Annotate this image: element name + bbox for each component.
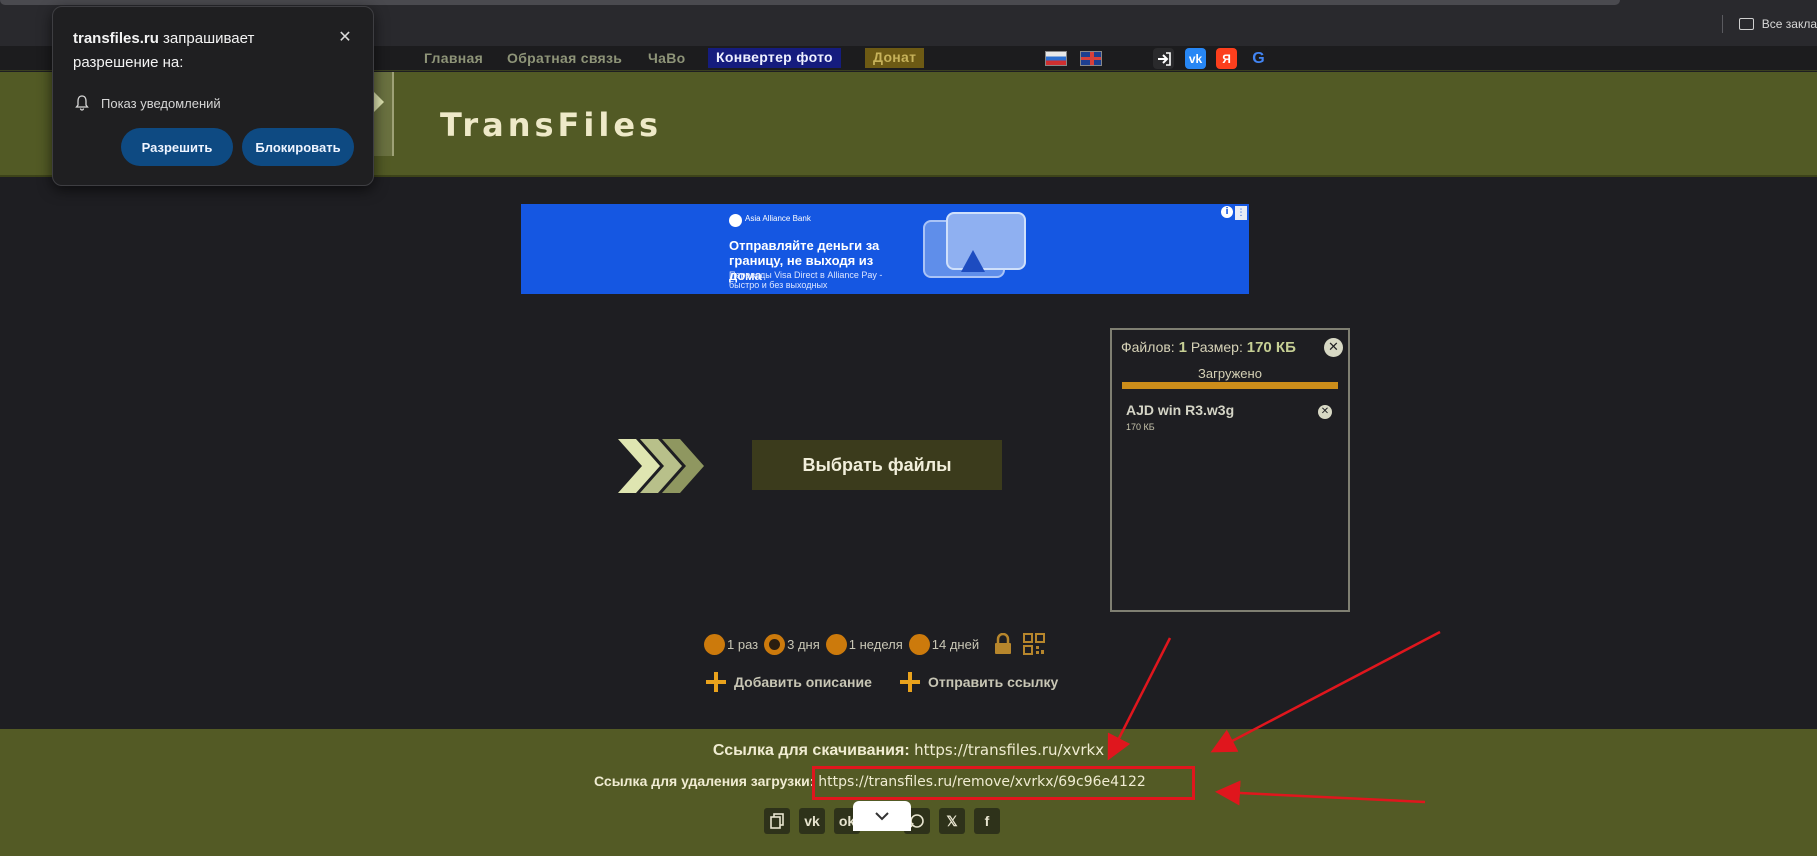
login-icon[interactable]: [1153, 48, 1174, 69]
popup-title: transfiles.ru запрашивает разрешение на:: [73, 27, 323, 75]
retention-options: 1 раз 3 дня 1 неделя 14 дней: [704, 632, 1046, 656]
vk-share-icon[interactable]: vk: [799, 808, 825, 834]
ad-arrow-icon: [961, 250, 985, 272]
nav-photo-converter[interactable]: Конвертер фото: [708, 48, 841, 68]
facebook-share-icon[interactable]: f: [974, 808, 1000, 834]
copy-icon[interactable]: [764, 808, 790, 834]
nav-faq[interactable]: ЧаВо: [648, 50, 686, 66]
browser-tab-strip: [0, 0, 1620, 5]
retention-option[interactable]: 14 дней: [908, 633, 980, 655]
remove-file-icon[interactable]: ✕: [1318, 405, 1332, 419]
retention-label: 1 неделя: [848, 636, 903, 652]
ad-subtext: Переводы Visa Direct в Alliance Pay - бы…: [729, 270, 883, 290]
ad-card-image-2: [946, 212, 1026, 270]
files-panel: Файлов: 1 Размер: 170 КБ ✕ Загружено AJD…: [1110, 328, 1350, 612]
upload-progress-bar: [1122, 382, 1338, 389]
annotation-highlight-box: [812, 766, 1195, 800]
ad-banner[interactable]: Asia Alliance Bank Отправляйте деньги за…: [521, 204, 1249, 294]
ad-brand: Asia Alliance Bank: [745, 214, 811, 223]
add-description-label: Добавить описание: [734, 674, 872, 690]
chevron-down-icon: [875, 812, 889, 821]
file-name: AJD win R3.w3g: [1126, 402, 1235, 418]
retention-radio[interactable]: [825, 633, 847, 655]
nav-home[interactable]: Главная: [424, 50, 483, 66]
permission-label: Показ уведомлений: [101, 95, 221, 111]
upload-status: Загружено: [1198, 366, 1262, 381]
qr-code-icon[interactable]: [1023, 633, 1046, 655]
x-share-icon[interactable]: 𝕏: [939, 808, 965, 834]
permission-item: Показ уведомлений: [75, 95, 221, 111]
lock-icon[interactable]: [993, 633, 1013, 655]
folder-icon: [1738, 18, 1754, 30]
bookmarks-separator: [1721, 15, 1723, 33]
bookmarks-bar[interactable]: Все закла: [1721, 14, 1817, 34]
download-link-url[interactable]: https://transfiles.ru/xvrkx: [914, 741, 1104, 759]
yandex-icon[interactable]: Я: [1216, 48, 1237, 69]
bell-icon: [75, 95, 89, 111]
retention-label: 3 дня: [787, 636, 820, 652]
all-bookmarks-label[interactable]: Все закла: [1762, 17, 1817, 31]
download-link-label: Ссылка для скачивания:: [712, 742, 910, 759]
popup-site: transfiles.ru: [73, 30, 159, 47]
remove-link-label: Ссылка для удаления загрузки:: [594, 773, 815, 789]
allow-button[interactable]: Разрешить: [121, 128, 233, 166]
google-icon[interactable]: G: [1248, 48, 1269, 69]
upload-progress-fill: [1122, 382, 1338, 389]
block-button[interactable]: Блокировать: [242, 128, 354, 166]
retention-label: 14 дней: [931, 636, 980, 652]
site-title[interactable]: TransFiles: [440, 106, 662, 144]
flag-uk-icon[interactable]: [1080, 51, 1102, 66]
flag-ru-icon[interactable]: [1045, 51, 1067, 66]
retention-radio[interactable]: [908, 633, 930, 655]
nav-donate[interactable]: Донат: [865, 48, 925, 68]
retention-option[interactable]: 3 дня: [764, 633, 820, 655]
close-icon[interactable]: ✕: [335, 27, 355, 47]
size-value: 170 КБ: [1246, 339, 1296, 356]
files-count: 1: [1178, 339, 1187, 356]
nav-feedback[interactable]: Обратная связь: [507, 50, 622, 66]
ad-info-icon[interactable]: i: [1221, 206, 1233, 218]
size-label: Размер:: [1190, 339, 1243, 355]
send-link-label: Отправить ссылку: [928, 674, 1059, 690]
retention-option[interactable]: 1 неделя: [825, 633, 903, 655]
page: Все закла Главная Обратная связь ЧаВо Ко…: [0, 0, 1817, 856]
side-tab-arrow-icon: [374, 92, 384, 112]
vk-icon[interactable]: vk: [1185, 48, 1206, 69]
retention-radio-selected[interactable]: [764, 633, 786, 655]
plus-icon: [900, 672, 920, 692]
retention-label: 1 раз: [727, 636, 759, 652]
retention-option[interactable]: 1 раз: [704, 633, 759, 655]
select-files-button[interactable]: Выбрать файлы: [752, 440, 1002, 490]
clear-files-icon[interactable]: ✕: [1324, 338, 1343, 357]
add-description-button[interactable]: Добавить описание: [706, 672, 872, 692]
scroll-down-button[interactable]: [853, 801, 911, 831]
download-link-line: Ссылка для скачивания: https://transfile…: [0, 741, 1817, 760]
notification-permission-popup: transfiles.ru запрашивает разрешение на:…: [52, 6, 374, 186]
ad-menu-icon[interactable]: ⋮: [1235, 206, 1247, 220]
retention-radio[interactable]: [704, 633, 725, 655]
chevrons-icon: [618, 439, 704, 493]
send-link-button[interactable]: Отправить ссылку: [900, 672, 1058, 692]
files-count-label: Файлов:: [1121, 339, 1175, 355]
files-summary: Файлов: 1 Размер: 170 КБ: [1121, 339, 1296, 356]
file-size: 170 КБ: [1126, 422, 1155, 432]
plus-icon: [706, 672, 726, 692]
